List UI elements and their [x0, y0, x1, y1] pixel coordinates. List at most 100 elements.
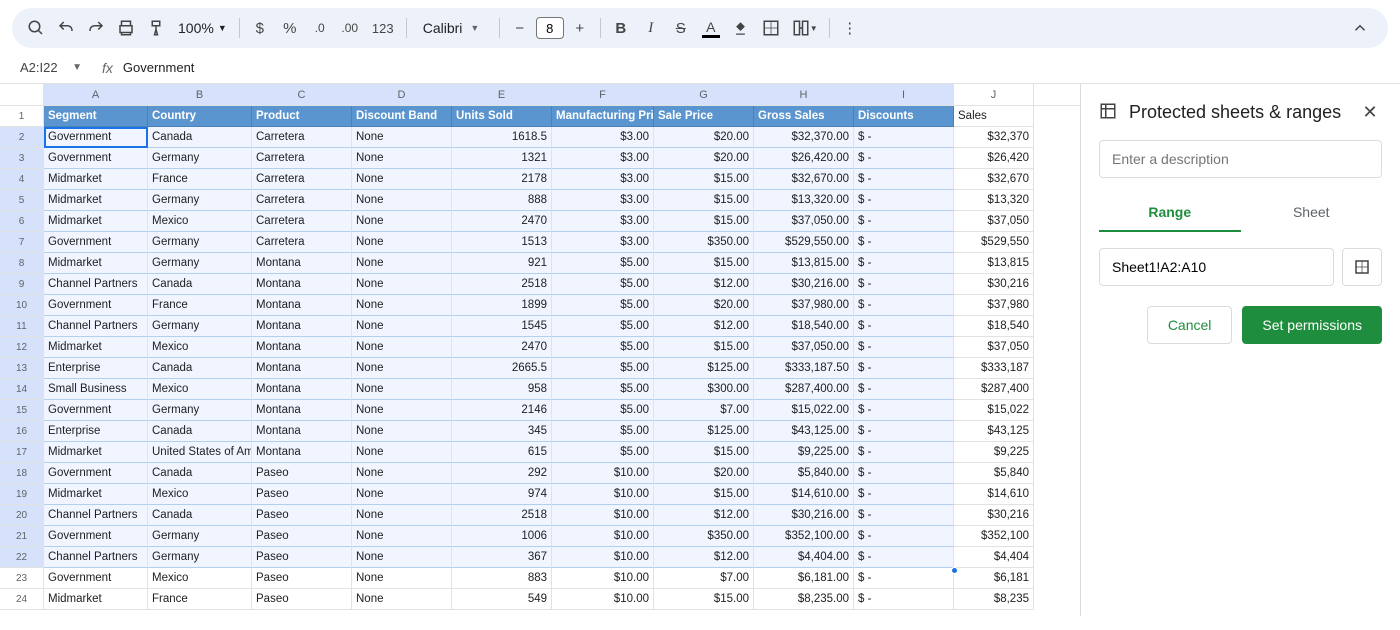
- cancel-button[interactable]: Cancel: [1147, 306, 1233, 344]
- cell[interactable]: Government: [44, 526, 148, 547]
- zoom-select[interactable]: 100%▼: [172, 20, 233, 36]
- header-cell[interactable]: Manufacturing Price: [552, 106, 654, 127]
- text-color-icon[interactable]: A: [697, 14, 725, 42]
- cell[interactable]: Montana: [252, 400, 352, 421]
- cell[interactable]: $ -: [854, 589, 954, 610]
- cell[interactable]: Mexico: [148, 337, 252, 358]
- row-header[interactable]: 21: [0, 526, 44, 547]
- cell[interactable]: None: [352, 295, 452, 316]
- cell[interactable]: $37,050.00: [754, 211, 854, 232]
- cell[interactable]: Enterprise: [44, 421, 148, 442]
- cell[interactable]: $5.00: [552, 442, 654, 463]
- cell[interactable]: $3.00: [552, 190, 654, 211]
- cell[interactable]: Germany: [148, 400, 252, 421]
- header-cell[interactable]: Discounts: [854, 106, 954, 127]
- cell[interactable]: Germany: [148, 190, 252, 211]
- cell[interactable]: Channel Partners: [44, 505, 148, 526]
- cell[interactable]: $4,404.00: [754, 547, 854, 568]
- row-header[interactable]: 10: [0, 295, 44, 316]
- tab-sheet[interactable]: Sheet: [1241, 194, 1383, 232]
- cell[interactable]: $37,980.00: [754, 295, 854, 316]
- cell[interactable]: None: [352, 589, 452, 610]
- cell[interactable]: 921: [452, 253, 552, 274]
- header-cell[interactable]: Discount Band: [352, 106, 452, 127]
- cell[interactable]: $5,840.00: [754, 463, 854, 484]
- cell[interactable]: 1899: [452, 295, 552, 316]
- cell[interactable]: $352,100.00: [754, 526, 854, 547]
- cell[interactable]: $15.00: [654, 190, 754, 211]
- cell[interactable]: Paseo: [252, 547, 352, 568]
- cell[interactable]: $26,420: [954, 148, 1034, 169]
- cell[interactable]: $18,540.00: [754, 316, 854, 337]
- cell[interactable]: Germany: [148, 232, 252, 253]
- redo-icon[interactable]: [82, 14, 110, 42]
- col-header-G[interactable]: G: [654, 84, 754, 105]
- cell[interactable]: $30,216.00: [754, 274, 854, 295]
- paint-format-icon[interactable]: [142, 14, 170, 42]
- cell[interactable]: None: [352, 358, 452, 379]
- cell[interactable]: $6,181: [954, 568, 1034, 589]
- header-cell[interactable]: Country: [148, 106, 252, 127]
- col-header-I[interactable]: I: [854, 84, 954, 105]
- cell[interactable]: Canada: [148, 421, 252, 442]
- cell[interactable]: $32,370: [954, 127, 1034, 148]
- cell[interactable]: Montana: [252, 379, 352, 400]
- cell[interactable]: France: [148, 169, 252, 190]
- cell[interactable]: $5.00: [552, 253, 654, 274]
- cell[interactable]: $30,216: [954, 505, 1034, 526]
- cell[interactable]: $20.00: [654, 463, 754, 484]
- row-header[interactable]: 11: [0, 316, 44, 337]
- cell[interactable]: Midmarket: [44, 442, 148, 463]
- cell[interactable]: Midmarket: [44, 589, 148, 610]
- cell[interactable]: $30,216.00: [754, 505, 854, 526]
- cell[interactable]: $ -: [854, 148, 954, 169]
- cell[interactable]: Channel Partners: [44, 547, 148, 568]
- cell[interactable]: $12.00: [654, 316, 754, 337]
- cell[interactable]: Midmarket: [44, 337, 148, 358]
- cell[interactable]: $8,235.00: [754, 589, 854, 610]
- merge-cells-icon[interactable]: ▼: [787, 14, 823, 42]
- cell[interactable]: $37,980: [954, 295, 1034, 316]
- row-header[interactable]: 12: [0, 337, 44, 358]
- header-cell[interactable]: Gross Sales: [754, 106, 854, 127]
- header-cell[interactable]: Product: [252, 106, 352, 127]
- cell[interactable]: Midmarket: [44, 253, 148, 274]
- cell[interactable]: Mexico: [148, 484, 252, 505]
- cell[interactable]: None: [352, 442, 452, 463]
- cell[interactable]: $10.00: [552, 568, 654, 589]
- formula-content[interactable]: Government: [123, 60, 195, 75]
- cell[interactable]: None: [352, 316, 452, 337]
- cell[interactable]: $13,320: [954, 190, 1034, 211]
- cell[interactable]: $ -: [854, 190, 954, 211]
- cell[interactable]: $15.00: [654, 253, 754, 274]
- cell[interactable]: None: [352, 379, 452, 400]
- cell[interactable]: $9,225.00: [754, 442, 854, 463]
- cell[interactable]: Germany: [148, 148, 252, 169]
- cell[interactable]: $12.00: [654, 547, 754, 568]
- col-header-A[interactable]: A: [44, 84, 148, 105]
- cell[interactable]: Midmarket: [44, 211, 148, 232]
- cell[interactable]: Paseo: [252, 505, 352, 526]
- cell[interactable]: Mexico: [148, 568, 252, 589]
- cell[interactable]: $5.00: [552, 400, 654, 421]
- cell[interactable]: None: [352, 127, 452, 148]
- cell[interactable]: $10.00: [552, 589, 654, 610]
- cell[interactable]: $ -: [854, 127, 954, 148]
- cell[interactable]: Enterprise: [44, 358, 148, 379]
- cell[interactable]: Montana: [252, 274, 352, 295]
- cell[interactable]: $ -: [854, 295, 954, 316]
- cell[interactable]: $18,540: [954, 316, 1034, 337]
- cell[interactable]: 1545: [452, 316, 552, 337]
- cell[interactable]: Paseo: [252, 526, 352, 547]
- cell[interactable]: $26,420.00: [754, 148, 854, 169]
- cell[interactable]: $ -: [854, 400, 954, 421]
- col-header-J[interactable]: J: [954, 84, 1034, 105]
- cell[interactable]: $125.00: [654, 421, 754, 442]
- cell[interactable]: $5,840: [954, 463, 1034, 484]
- cell[interactable]: $350.00: [654, 526, 754, 547]
- col-header-F[interactable]: F: [552, 84, 654, 105]
- cell[interactable]: $5.00: [552, 379, 654, 400]
- cell[interactable]: Carretera: [252, 148, 352, 169]
- cell[interactable]: $3.00: [552, 148, 654, 169]
- cell[interactable]: $5.00: [552, 295, 654, 316]
